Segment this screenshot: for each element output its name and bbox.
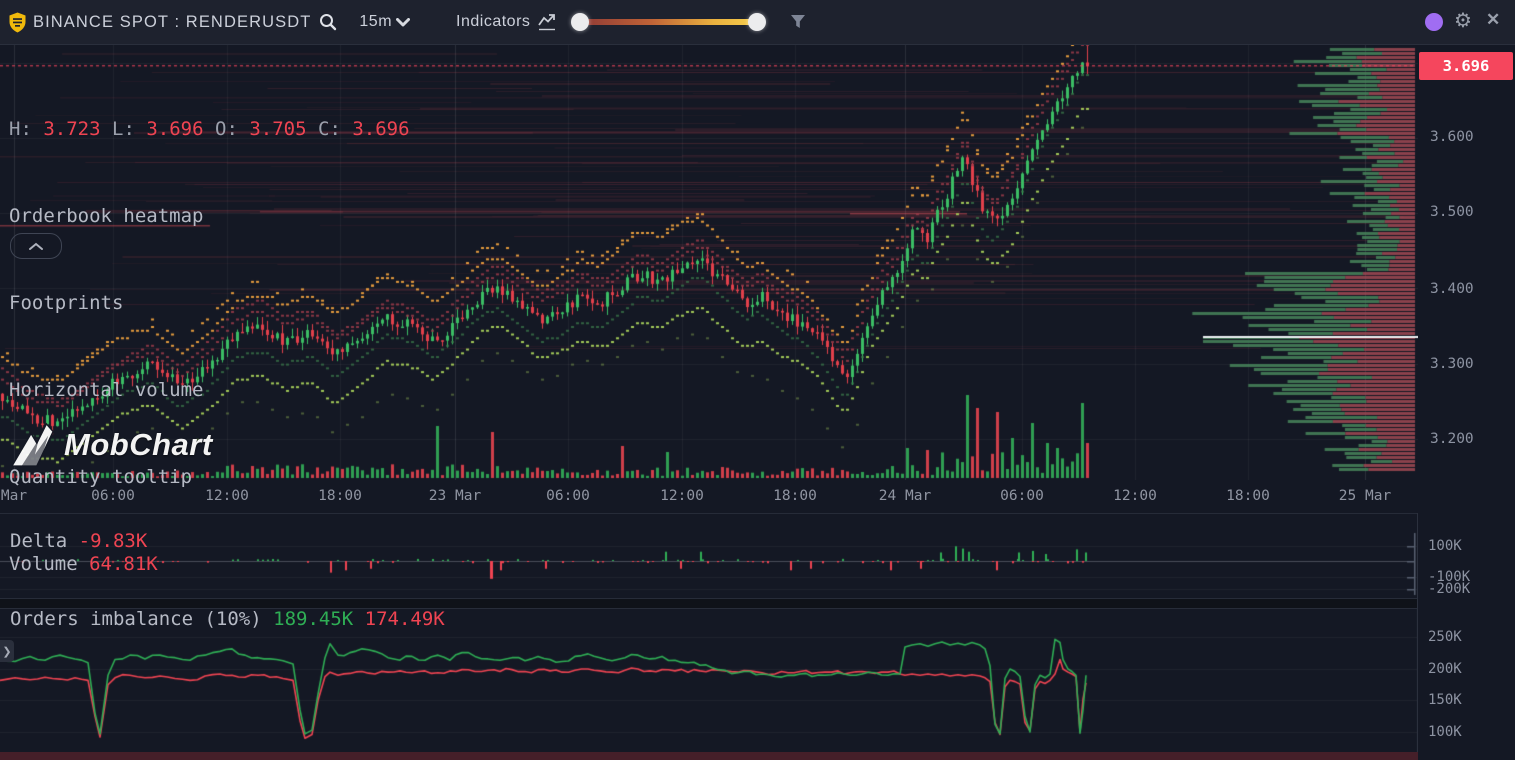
ohlc-l-label: L: bbox=[112, 118, 135, 140]
legend-orderbook-heatmap[interactable]: Orderbook heatmap bbox=[9, 202, 410, 231]
imbalance-axis-label: 150K bbox=[1428, 692, 1462, 708]
ohlc-row: H: 3.723 L: 3.696 O: 3.705 C: 3.696 bbox=[9, 115, 410, 144]
time-axis-label: 06:00 bbox=[1000, 488, 1044, 504]
imbalance-axis-label: 250K bbox=[1428, 629, 1462, 645]
ohlc-o-label: O: bbox=[215, 118, 238, 140]
price-axis-label: 3.400 bbox=[1430, 281, 1474, 297]
legend-footprints[interactable]: Footprints bbox=[9, 289, 410, 318]
slider-handle-left[interactable] bbox=[571, 13, 589, 31]
delta-axis-label: 100K bbox=[1428, 538, 1462, 554]
delta-value: -9.83K bbox=[78, 530, 148, 552]
ohlc-c-label: C: bbox=[318, 118, 341, 140]
bottom-strip bbox=[0, 752, 1418, 760]
delta-axis-label: -200K bbox=[1428, 581, 1471, 597]
volume-value: 64.81K bbox=[89, 553, 158, 575]
legend-horizontal-volume[interactable]: Horizontal volume bbox=[9, 376, 410, 405]
time-axis-label: 18:00 bbox=[773, 488, 817, 504]
binance-logo-icon bbox=[8, 12, 27, 33]
ohlc-o-value: 3.705 bbox=[249, 118, 307, 140]
price-axis-label: 3.600 bbox=[1430, 129, 1474, 145]
ohlc-c-value: 3.696 bbox=[352, 118, 410, 140]
close-icon[interactable]: ✕ bbox=[1486, 10, 1500, 30]
delta-label: Delta bbox=[10, 530, 68, 552]
symbol-selector[interactable]: BINANCE SPOT : RENDERUSDT bbox=[33, 13, 311, 32]
chevron-down-icon bbox=[396, 17, 411, 27]
legend-volume[interactable]: Volume 64.81K bbox=[9, 550, 410, 579]
legend-quantity-tooltip[interactable]: Quantity tooltip bbox=[9, 463, 410, 492]
price-axis-label: 3.300 bbox=[1430, 356, 1474, 372]
panel-expand-chevron[interactable]: ❯ bbox=[0, 640, 14, 662]
indicators-button[interactable]: Indicators bbox=[456, 13, 557, 31]
imbalance-legend[interactable]: Orders imbalance (10%) 189.45K 174.49K bbox=[10, 608, 445, 630]
time-axis-label: 18:00 bbox=[1226, 488, 1270, 504]
price-axis-label: 3.200 bbox=[1430, 431, 1474, 447]
chevron-up-icon bbox=[29, 242, 43, 250]
time-axis-label: 24 Mar bbox=[878, 488, 932, 504]
imbalance-axis-label: 200K bbox=[1428, 661, 1462, 677]
ohlc-h-label: H: bbox=[9, 118, 32, 140]
time-axis-label: 06:00 bbox=[546, 488, 590, 504]
filter-icon[interactable] bbox=[790, 14, 806, 30]
trend-line-icon bbox=[538, 13, 557, 31]
gear-icon[interactable]: ⚙ bbox=[1454, 8, 1472, 33]
top-toolbar: BINANCE SPOT : RENDERUSDT 15m Indicators… bbox=[0, 0, 1515, 45]
right-axis-line bbox=[1417, 513, 1418, 760]
imbalance-green-value: 189.45K bbox=[273, 608, 354, 630]
heatmap-intensity-slider[interactable] bbox=[580, 19, 758, 25]
ohlc-h-value: 3.723 bbox=[43, 118, 101, 140]
last-price-badge: 3.696 bbox=[1419, 52, 1513, 80]
volume-label: Volume bbox=[9, 553, 78, 575]
time-axis-label: 12:00 bbox=[660, 488, 704, 504]
imbalance-axis-label: 100K bbox=[1428, 724, 1462, 740]
time-axis-label: 25 Mar bbox=[1338, 488, 1392, 504]
timeframe-selector[interactable]: 15m bbox=[359, 13, 411, 31]
delta-legend[interactable]: Delta -9.83K bbox=[10, 530, 147, 552]
status-dot[interactable] bbox=[1425, 13, 1443, 31]
legend-collapse-button[interactable] bbox=[10, 233, 62, 259]
mobchart-app: BINANCE SPOT : RENDERUSDT 15m Indicators… bbox=[0, 0, 1515, 760]
time-axis-label: 12:00 bbox=[1113, 488, 1157, 504]
indicators-label: Indicators bbox=[456, 13, 531, 30]
imbalance-red-value: 174.49K bbox=[364, 608, 445, 630]
timeframe-value: 15m bbox=[359, 13, 393, 30]
imbalance-label: Orders imbalance (10%) bbox=[10, 608, 262, 630]
ohlc-l-value: 3.696 bbox=[146, 118, 204, 140]
price-axis-label: 3.500 bbox=[1430, 204, 1474, 220]
time-axis-label: 23 Mar bbox=[428, 488, 482, 504]
search-icon[interactable] bbox=[319, 13, 337, 31]
slider-handle-right[interactable] bbox=[748, 13, 766, 31]
